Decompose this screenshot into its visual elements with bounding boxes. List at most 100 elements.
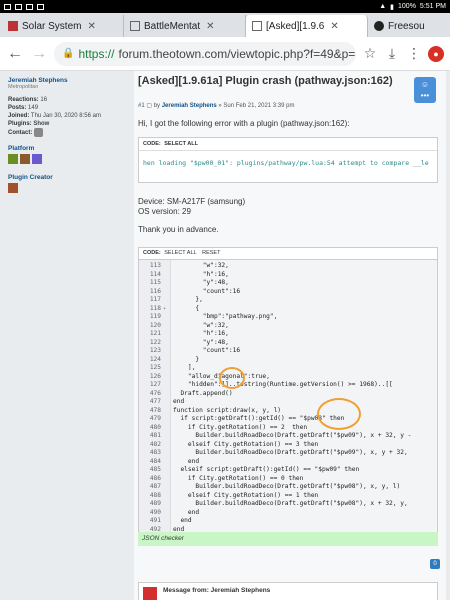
extension-icon[interactable]: ●	[428, 45, 444, 62]
platform-badge-icon	[8, 154, 18, 165]
line-number: 113	[149, 262, 161, 269]
select-all-link[interactable]: SELECT ALL	[164, 250, 196, 256]
code-text: Builder.buildRoadDeco(Draft.getDraft("$p…	[173, 432, 412, 439]
select-all-link[interactable]: SELECT ALL	[164, 141, 198, 147]
back-arrow-icon[interactable]: ←	[6, 45, 24, 63]
url-field[interactable]: 🔒 https://forum.theotown.com/viewtopic.p…	[54, 41, 356, 66]
code-text: {	[173, 304, 200, 312]
line-number: 119	[149, 313, 161, 320]
tab-freesound[interactable]: Freesou	[368, 15, 448, 37]
line-number: 477	[149, 398, 161, 405]
fold-arrow-icon	[163, 441, 171, 450]
code-text: "y":48,	[173, 338, 229, 346]
post-actions-button[interactable]: ☺ •••	[414, 77, 436, 103]
post-author-link[interactable]: Jeremiah Stephens	[162, 103, 217, 109]
error-message: hen loading "$pw00_01": plugins/pathway/…	[143, 159, 429, 167]
battery-percent: 100%	[398, 3, 416, 10]
line-number: 476	[149, 389, 161, 397]
post-number[interactable]: #1	[138, 103, 145, 109]
fold-arrow-icon	[163, 483, 171, 492]
tab-strip: Solar System ✕ BattleMentat ✕ [Asked][1.…	[0, 13, 450, 37]
close-tab-icon[interactable]: ✕	[330, 21, 338, 32]
download-icon[interactable]: ⤓	[384, 45, 400, 62]
code-text: Builder.buildRoadDeco(Draft.getDraft("$p…	[173, 483, 401, 490]
plugin-creator-heading: Plugin Creator	[8, 174, 53, 182]
code-line: 477 end	[139, 398, 437, 407]
fold-arrow-icon	[163, 373, 171, 382]
code-line: 116 "count":16	[139, 287, 437, 297]
close-tab-icon[interactable]: ✕	[87, 21, 95, 32]
line-number: 117	[149, 296, 161, 303]
line-number: 485	[149, 466, 161, 473]
line-number: 486	[149, 474, 161, 482]
fold-arrow-icon	[163, 500, 171, 509]
plugins-show-link[interactable]: Show	[33, 121, 49, 127]
tab-label: BattleMentat	[144, 20, 201, 32]
code-line: 119 "bmp":"pathway.png",	[139, 313, 437, 322]
contact-icon[interactable]	[34, 128, 44, 137]
author-rank: Metropolitan	[8, 84, 39, 90]
tab-solar-system[interactable]: Solar System ✕	[2, 15, 124, 37]
code-text: ],	[173, 364, 196, 371]
code-line: 113 "w":32,	[139, 262, 437, 271]
fold-arrow-icon	[163, 449, 171, 458]
code-line: 478 function script:draw(x, y, l)	[139, 406, 437, 416]
code-text: "bmp":"pathway.png",	[173, 313, 278, 320]
posts-row: Posts: 149	[8, 105, 39, 111]
code-line: 489 Builder.buildRoadDeco(Draft.getDraft…	[139, 500, 437, 509]
line-number: 116	[149, 287, 161, 295]
code-line: 126 "allow_diagonal":true,	[139, 372, 437, 382]
freesound-favicon-icon	[374, 21, 384, 31]
code-text: }	[173, 355, 200, 363]
post-date: » Sun Feb 21, 2021 3:39 pm	[218, 103, 295, 109]
email-icon	[26, 3, 33, 10]
code-line: 127 "hidden":]]..tostring(Runtime.getVer…	[139, 381, 437, 390]
bookmark-star-icon[interactable]: ☆	[362, 45, 378, 62]
line-number: 120	[149, 321, 161, 329]
tab-asked-plugin-crash[interactable]: [Asked][1.9.6 ✕	[246, 15, 368, 37]
fold-arrow-icon	[163, 492, 171, 501]
line-number: 491	[149, 517, 161, 524]
code-text: end	[173, 517, 192, 524]
reset-link[interactable]: RESET	[202, 250, 220, 256]
json-checker-button[interactable]: JSON checker	[138, 532, 438, 546]
forward-arrow-icon[interactable]: →	[30, 45, 48, 63]
message-box: Message from: Jeremiah Stephens	[138, 582, 438, 600]
post-intro: Hi, I got the following error with a plu…	[138, 119, 350, 128]
line-number: 479	[149, 415, 161, 422]
author-name-link[interactable]: Jeremiah Stephens	[8, 77, 130, 84]
code-text: "allow_diagonal":true,	[173, 372, 270, 380]
code-line: 481 Builder.buildRoadDeco(Draft.getDraft…	[139, 432, 437, 441]
post-title[interactable]: [Asked][1.9.61a] Plugin crash (pathway.j…	[138, 75, 408, 88]
author-profile: Jeremiah Stephens Metropolitan Reactions…	[8, 77, 130, 195]
code-editor[interactable]: 113 "w":32, 114 "h":16, 115 "y":48, 116 "co…	[138, 259, 438, 534]
line-number: 121	[149, 330, 161, 337]
fold-arrow-icon	[163, 339, 171, 348]
tab-battlementat[interactable]: BattleMentat ✕	[124, 15, 246, 37]
code-text: end	[173, 457, 200, 465]
line-number: 114	[149, 270, 161, 278]
fold-arrow-icon	[163, 390, 171, 399]
code-line: 482 elseif City.getRotation() == 3 then	[139, 441, 437, 450]
code-text: if script:getDraft():getId() == "$pw08" …	[173, 415, 345, 422]
fold-arrow-icon	[163, 262, 171, 271]
reaction-count-badge[interactable]: 0	[430, 559, 440, 569]
os-info: OS version: 29	[138, 207, 191, 216]
line-number: 123	[149, 347, 161, 354]
code-text: "h":16,	[173, 270, 229, 278]
fold-arrow-icon	[163, 296, 171, 305]
menu-dots-icon[interactable]: ⋮	[406, 45, 422, 62]
platform-badges	[8, 154, 130, 166]
close-tab-icon[interactable]: ✕	[206, 21, 214, 32]
code-line: 118 ▾ {	[139, 304, 437, 314]
code-text: Draft.append()	[173, 389, 233, 397]
fold-arrow-icon[interactable]: ▾	[163, 305, 171, 314]
code-text: function script:draw(x, y, l)	[173, 406, 282, 414]
line-number: 118	[149, 304, 161, 312]
code-line: 117 },	[139, 296, 437, 305]
fold-arrow-icon	[163, 509, 171, 518]
code-text: elseif City.getRotation() == 1 then	[173, 491, 319, 499]
fold-arrow-icon	[163, 458, 171, 467]
line-number: 490	[149, 508, 161, 516]
fold-arrow-icon	[163, 330, 171, 339]
